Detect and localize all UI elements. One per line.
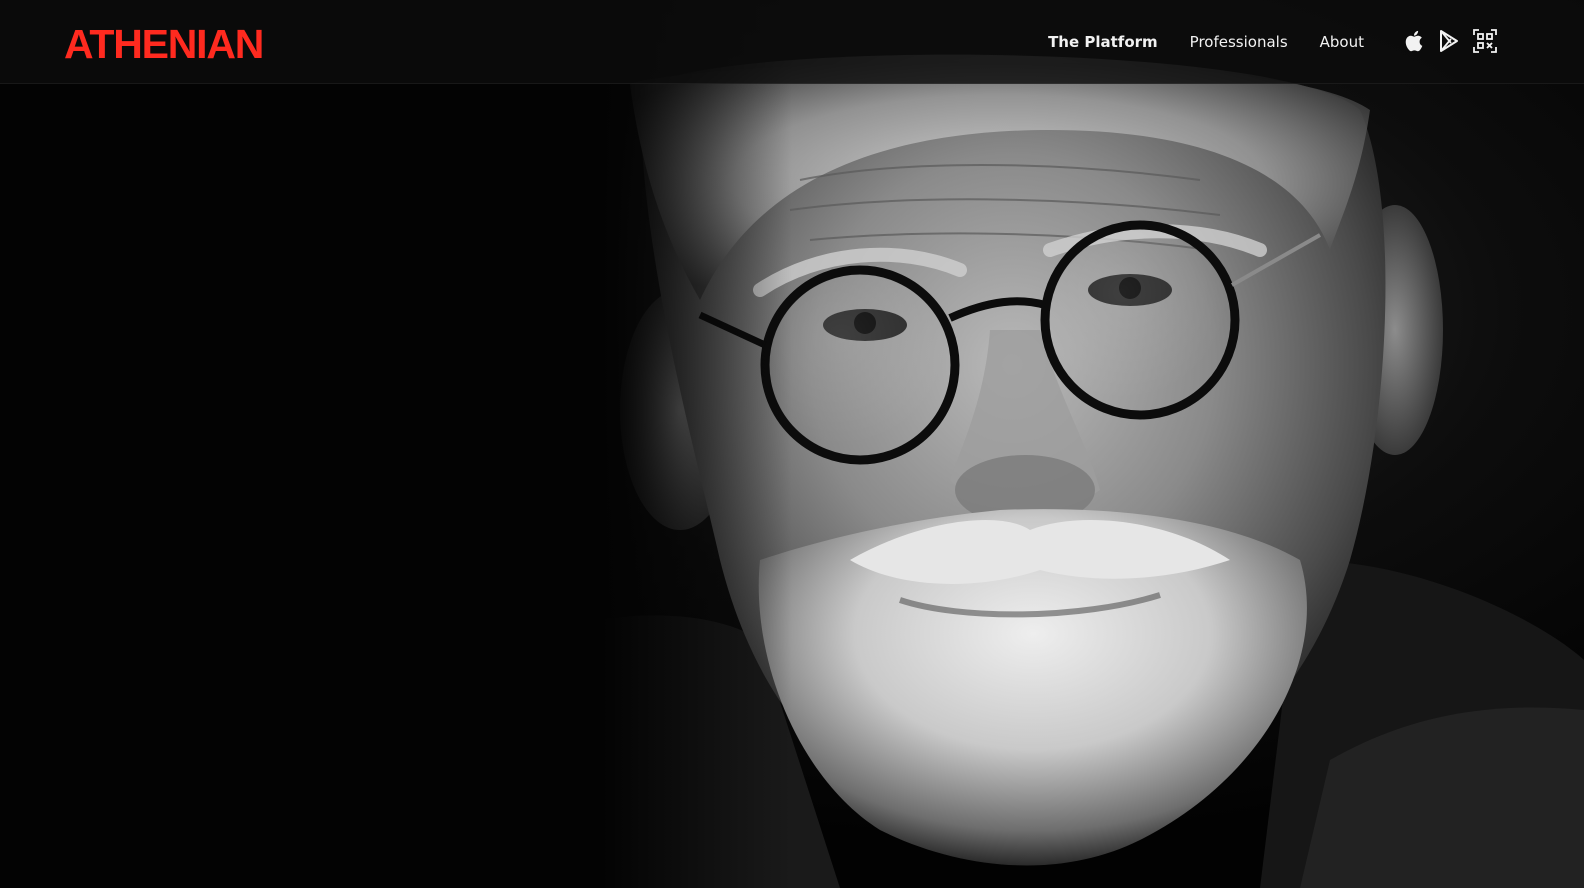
hero-portrait-image xyxy=(0,0,1584,888)
google-play-icon[interactable] xyxy=(1436,28,1462,54)
nav-link-about[interactable]: About xyxy=(1320,33,1364,51)
apple-icon[interactable] xyxy=(1400,28,1426,54)
nav-link-the-platform[interactable]: The Platform xyxy=(1048,33,1158,51)
qr-code-icon[interactable] xyxy=(1472,28,1498,54)
main-nav: The Platform Professionals About xyxy=(1048,0,1364,84)
app-store-links xyxy=(1400,28,1498,54)
site-header: ATHENIAN The Platform Professionals Abou… xyxy=(0,0,1584,84)
athenian-logo[interactable]: ATHENIAN xyxy=(64,22,264,66)
landing-page: ATHENIAN The Platform Professionals Abou… xyxy=(0,0,1584,888)
nav-link-professionals[interactable]: Professionals xyxy=(1190,33,1288,51)
